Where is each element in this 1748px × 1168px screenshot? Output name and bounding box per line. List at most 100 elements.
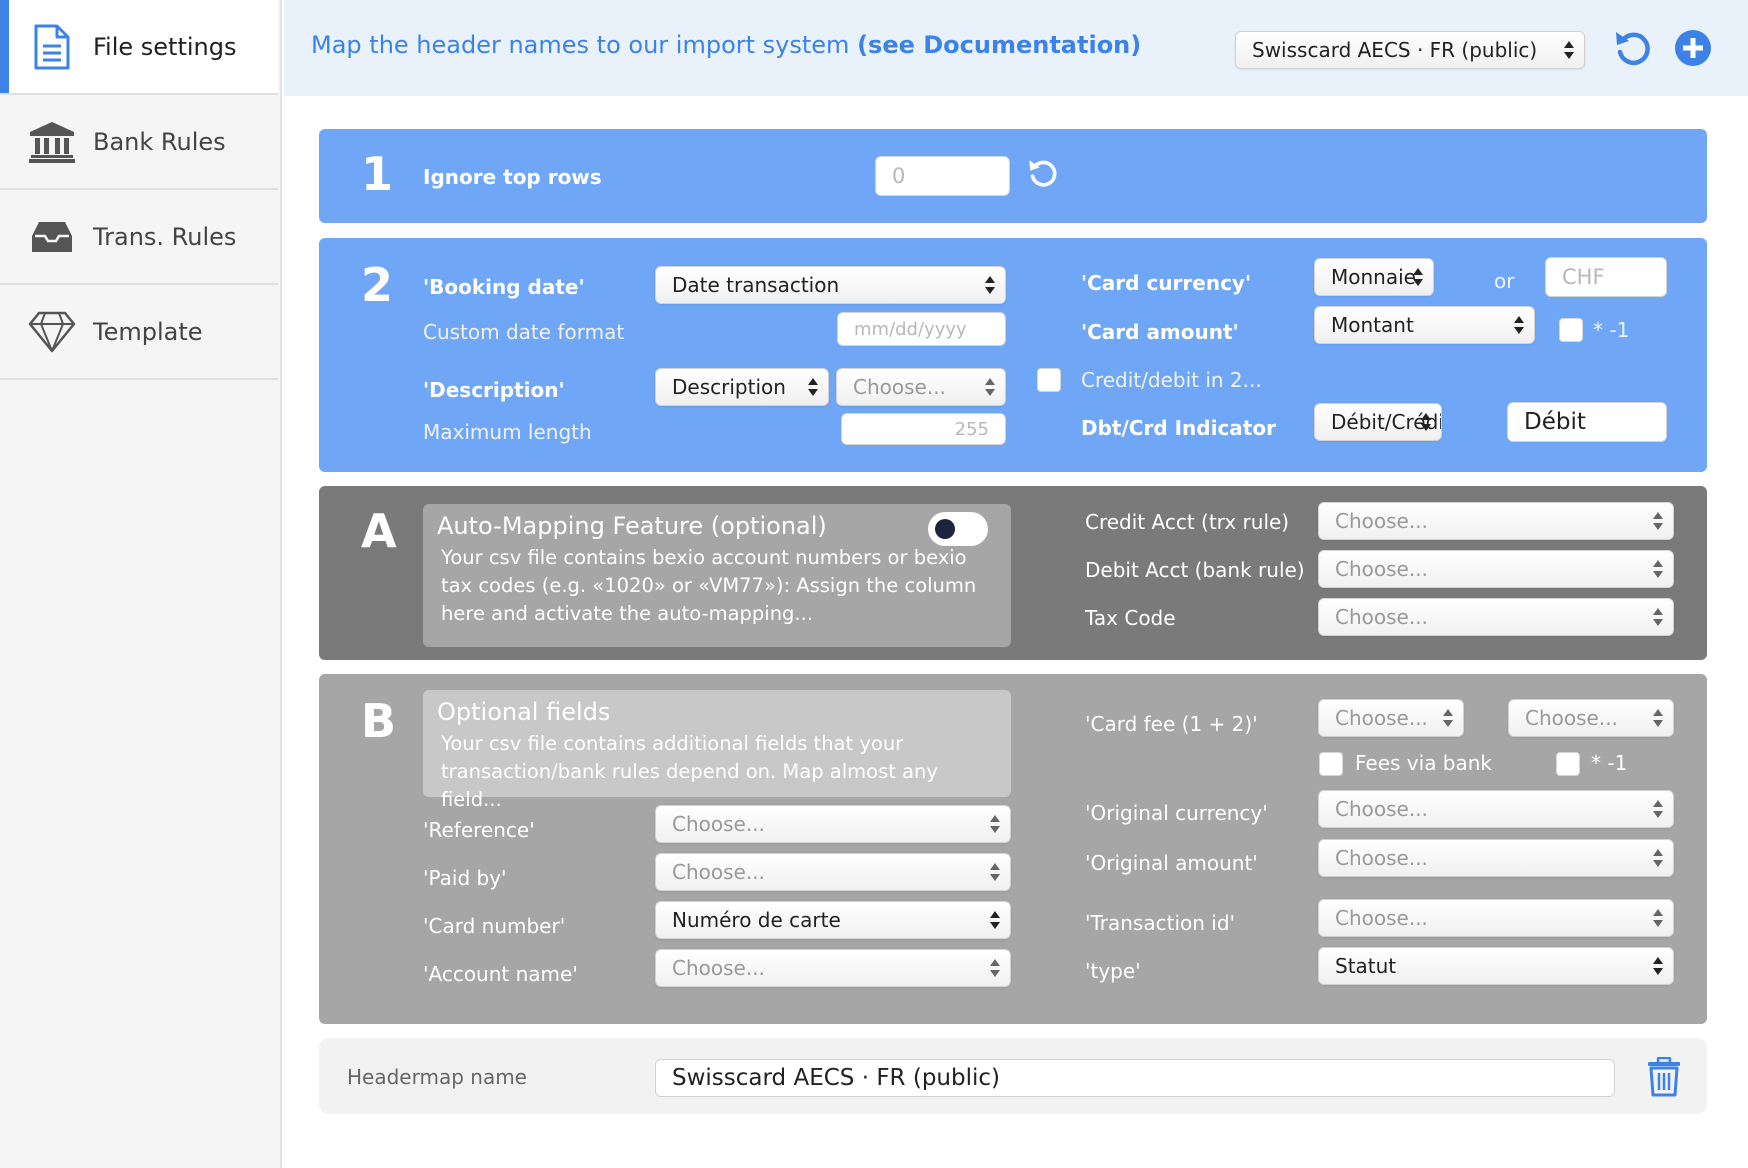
headermap-select[interactable]: Swisscard AECS · FR (public) bbox=[1235, 31, 1585, 69]
card-fee-1-value: Choose... bbox=[1335, 706, 1428, 730]
bank-icon bbox=[28, 118, 76, 166]
sidebar-item-label: Bank Rules bbox=[93, 127, 226, 156]
auto-mapping-toggle[interactable] bbox=[928, 512, 988, 546]
card-amount-label: 'Card amount' bbox=[1081, 320, 1239, 344]
undo-icon bbox=[1616, 32, 1650, 66]
credit-acct-select[interactable]: Choose... bbox=[1318, 502, 1674, 540]
debit-indicator-input[interactable]: Débit bbox=[1507, 402, 1667, 442]
credit-acct-label: Credit Acct (trx rule) bbox=[1085, 510, 1290, 534]
reference-select[interactable]: Choose... bbox=[655, 805, 1011, 843]
sidebar: File settings Bank Rules Trans. Rules Te… bbox=[0, 0, 282, 1168]
sidebar-item-label: File settings bbox=[93, 32, 237, 61]
headermap-name-input[interactable]: Swisscard AECS · FR (public) bbox=[655, 1059, 1615, 1097]
booking-date-label: 'Booking date' bbox=[423, 275, 585, 299]
headermap-name-label: Headermap name bbox=[347, 1065, 527, 1089]
headermap-name-bar: Headermap name Swisscard AECS · FR (publ… bbox=[319, 1038, 1707, 1114]
tax-code-select[interactable]: Choose... bbox=[1318, 598, 1674, 636]
sidebar-item-bank-rules[interactable]: Bank Rules bbox=[0, 95, 278, 190]
reset-button[interactable] bbox=[1611, 26, 1655, 70]
debit-acct-select[interactable]: Choose... bbox=[1318, 550, 1674, 588]
card-currency-select[interactable]: Monnaie bbox=[1314, 258, 1434, 296]
undo-icon bbox=[1029, 160, 1057, 187]
card-number-value: Numéro de carte bbox=[672, 908, 841, 932]
card-amount-value: Montant bbox=[1331, 313, 1414, 337]
description-value: Description bbox=[672, 375, 786, 399]
account-name-select[interactable]: Choose... bbox=[655, 949, 1011, 987]
transaction-id-select[interactable]: Choose... bbox=[1318, 899, 1674, 937]
reset-ignore-rows-button[interactable] bbox=[1025, 155, 1061, 191]
auto-mapping-title: Auto-Mapping Feature (optional) bbox=[437, 512, 827, 540]
type-label: 'type' bbox=[1085, 959, 1141, 983]
credit-debit-checkbox[interactable] bbox=[1037, 368, 1061, 392]
document-icon bbox=[28, 23, 76, 71]
diamond-icon bbox=[28, 308, 76, 356]
description-label: 'Description' bbox=[423, 378, 565, 402]
paid-by-select[interactable]: Choose... bbox=[655, 853, 1011, 891]
description-second-select[interactable]: Choose... bbox=[836, 368, 1006, 406]
or-label: or bbox=[1494, 269, 1515, 293]
card-amount-negate-checkbox[interactable] bbox=[1559, 318, 1583, 342]
card-currency-label: 'Card currency' bbox=[1081, 271, 1252, 295]
card-fee-negate-label: * -1 bbox=[1591, 751, 1628, 775]
auto-mapping-description: Your csv file contains bexio account num… bbox=[441, 546, 977, 625]
delete-headermap-button[interactable] bbox=[1644, 1056, 1684, 1098]
trash-icon bbox=[1648, 1057, 1680, 1097]
card-fee-2-select[interactable]: Choose... bbox=[1508, 699, 1674, 737]
optional-fields-title: Optional fields bbox=[437, 698, 611, 726]
dbt-crd-indicator-select[interactable]: Débit/Crédit bbox=[1314, 403, 1442, 441]
section-number: 2 bbox=[361, 258, 394, 312]
select-arrows-icon bbox=[1564, 41, 1574, 59]
sidebar-item-trans-rules[interactable]: Trans. Rules bbox=[0, 190, 278, 285]
select-arrows-icon bbox=[990, 863, 1000, 881]
select-arrows-icon bbox=[990, 911, 1000, 929]
add-headermap-button[interactable] bbox=[1673, 28, 1713, 68]
debit-acct-label: Debit Acct (bank rule) bbox=[1085, 558, 1305, 582]
sidebar-item-template[interactable]: Template bbox=[0, 285, 278, 380]
ignore-top-rows-input[interactable]: 0 bbox=[875, 156, 1010, 196]
select-arrows-icon bbox=[1653, 800, 1663, 818]
card-number-select[interactable]: Numéro de carte bbox=[655, 901, 1011, 939]
section-number: 1 bbox=[361, 147, 394, 201]
section-auto-mapping: A Auto-Mapping Feature (optional) Your c… bbox=[319, 486, 1707, 660]
original-amount-label: 'Original amount' bbox=[1085, 851, 1258, 875]
card-fee-label: 'Card fee (1 + 2)' bbox=[1085, 712, 1258, 736]
tax-code-value: Choose... bbox=[1335, 605, 1428, 629]
card-number-label: 'Card number' bbox=[423, 914, 566, 938]
original-amount-value: Choose... bbox=[1335, 846, 1428, 870]
section-optional-fields: B Optional fields Your csv file contains… bbox=[319, 674, 1707, 1024]
section-letter: B bbox=[361, 694, 397, 748]
original-amount-select[interactable]: Choose... bbox=[1318, 839, 1674, 877]
select-arrows-icon bbox=[1421, 413, 1431, 431]
select-arrows-icon bbox=[1653, 608, 1663, 626]
type-select[interactable]: Statut bbox=[1318, 947, 1674, 985]
select-arrows-icon bbox=[1413, 268, 1423, 286]
original-currency-value: Choose... bbox=[1335, 797, 1428, 821]
description-second-value: Choose... bbox=[853, 375, 946, 399]
currency-input[interactable]: CHF bbox=[1545, 257, 1667, 297]
headermap-select-value: Swisscard AECS · FR (public) bbox=[1252, 38, 1538, 62]
account-name-value: Choose... bbox=[672, 956, 765, 980]
reference-label: 'Reference' bbox=[423, 818, 535, 842]
description-select[interactable]: Description bbox=[655, 368, 829, 406]
card-fee-1-select[interactable]: Choose... bbox=[1318, 699, 1464, 737]
fees-via-bank-label: Fees via bank bbox=[1355, 751, 1493, 775]
paid-by-label: 'Paid by' bbox=[423, 866, 507, 890]
fees-via-bank-checkbox[interactable] bbox=[1319, 752, 1343, 776]
booking-date-select[interactable]: Date transaction bbox=[655, 266, 1006, 304]
ignore-top-rows-label: Ignore top rows bbox=[423, 165, 602, 189]
section-letter: A bbox=[361, 504, 397, 558]
maximum-length-input[interactable]: 255 bbox=[841, 413, 1006, 445]
select-arrows-icon bbox=[1653, 909, 1663, 927]
card-fee-negate-checkbox[interactable] bbox=[1556, 752, 1580, 776]
optional-fields-description: Your csv file contains additional fields… bbox=[441, 732, 938, 811]
select-arrows-icon bbox=[1653, 512, 1663, 530]
credit-acct-value: Choose... bbox=[1335, 509, 1428, 533]
sidebar-item-file-settings[interactable]: File settings bbox=[0, 0, 278, 95]
card-amount-select[interactable]: Montant bbox=[1314, 306, 1535, 344]
select-arrows-icon bbox=[985, 378, 995, 396]
documentation-link[interactable]: (see Documentation) bbox=[857, 31, 1141, 59]
sidebar-item-label: Trans. Rules bbox=[93, 222, 237, 251]
select-arrows-icon bbox=[990, 815, 1000, 833]
custom-date-format-input[interactable]: mm/dd/yyyy bbox=[837, 312, 1006, 346]
original-currency-select[interactable]: Choose... bbox=[1318, 790, 1674, 828]
